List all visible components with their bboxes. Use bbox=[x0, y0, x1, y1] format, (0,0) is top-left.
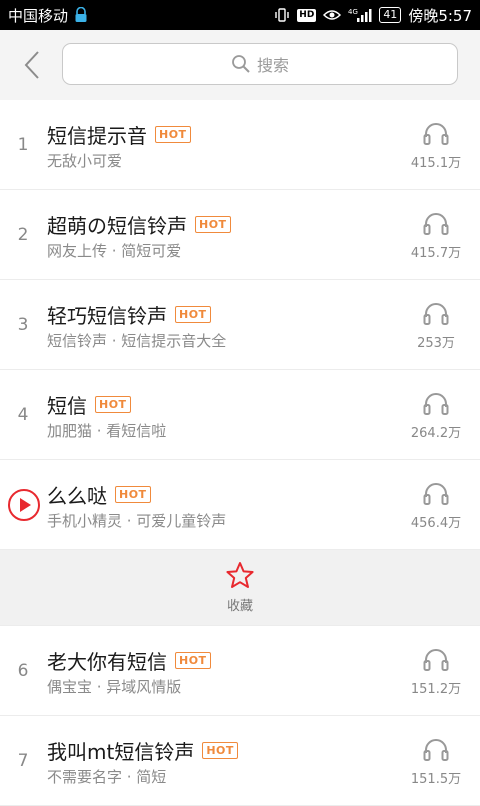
song-subtitle: 无敌小可爱 bbox=[47, 152, 123, 170]
title-line: 短信 HOT bbox=[47, 390, 131, 419]
title-line: 轻巧短信铃声 HOT bbox=[47, 300, 211, 329]
play-icon[interactable] bbox=[7, 488, 41, 522]
play-count: 415.7万 bbox=[406, 212, 466, 261]
vibrate-icon bbox=[274, 7, 290, 23]
ringtone-list: 1 短信提示音 HOT 无敌小可爱 415.1万 2 超萌の短信铃声 HOT 网友上传 · 简短… bbox=[0, 100, 480, 806]
collect-label: 收藏 bbox=[226, 599, 253, 614]
list-item[interactable]: 4 短信 HOT 加肥猫 · 看短信啦 264.2万 bbox=[0, 370, 480, 460]
list-item[interactable]: 1 短信提示音 HOT 无敌小可爱 415.1万 bbox=[0, 100, 480, 190]
rank-number: 7 bbox=[17, 751, 29, 771]
carrier-label: 中国移动 bbox=[8, 6, 69, 25]
hot-badge: HOT bbox=[195, 216, 231, 233]
rank-number: 3 bbox=[17, 315, 29, 335]
play-count: 151.5万 bbox=[406, 738, 466, 787]
play-count: 253万 bbox=[406, 302, 466, 351]
play-count-value: 253万 bbox=[417, 336, 455, 351]
clock: 傍晚5:57 bbox=[408, 6, 472, 25]
song-subtitle: 不需要名字 · 简短 bbox=[47, 768, 167, 786]
play-count: 415.1万 bbox=[406, 122, 466, 171]
title-line: 短信提示音 HOT bbox=[47, 120, 191, 149]
song-title: 短信 bbox=[47, 394, 87, 418]
headphones-icon bbox=[423, 738, 449, 766]
hot-badge: HOT bbox=[175, 306, 211, 323]
rank-number: 6 bbox=[17, 661, 29, 681]
play-count-value: 415.1万 bbox=[410, 156, 462, 171]
song-title: 我叫mt短信铃声 bbox=[47, 740, 195, 764]
list-item[interactable]: 7 我叫mt短信铃声 HOT 不需要名字 · 简短 151.5万 bbox=[0, 716, 480, 806]
header-bar: 搜索 bbox=[0, 30, 480, 100]
search-placeholder: 搜索 bbox=[256, 56, 289, 75]
hot-badge: HOT bbox=[175, 652, 211, 669]
list-item[interactable]: 3 轻巧短信铃声 HOT 短信铃声 · 短信提示音大全 253万 bbox=[0, 280, 480, 370]
headphones-icon bbox=[423, 212, 449, 240]
hot-badge: HOT bbox=[95, 396, 131, 413]
headphones-icon bbox=[423, 302, 449, 330]
rank-number: 1 bbox=[17, 135, 29, 155]
signal-lock-icon bbox=[74, 7, 88, 23]
play-count-value: 151.5万 bbox=[410, 772, 462, 787]
title-line: 老大你有短信 HOT bbox=[47, 646, 211, 675]
song-subtitle: 网友上传 · 简短可爱 bbox=[47, 242, 182, 260]
rank-number: 2 bbox=[17, 225, 29, 245]
song-subtitle: 手机小精灵 · 可爱儿童铃声 bbox=[47, 512, 227, 530]
status-bar: 中国移动 HD 4G 41 傍晚5:57 bbox=[0, 0, 480, 30]
chevron-left-icon bbox=[24, 51, 39, 79]
song-title: 超萌の短信铃声 bbox=[47, 214, 187, 238]
song-subtitle: 加肥猫 · 看短信啦 bbox=[47, 422, 167, 440]
play-count: 264.2万 bbox=[406, 392, 466, 441]
hot-badge: HOT bbox=[202, 742, 238, 759]
eye-icon bbox=[323, 9, 342, 21]
search-icon bbox=[232, 55, 250, 73]
song-title: 轻巧短信铃声 bbox=[47, 304, 167, 328]
star-outline-icon bbox=[225, 561, 255, 593]
search-input[interactable]: 搜索 bbox=[62, 43, 458, 85]
play-count: 456.4万 bbox=[406, 482, 466, 531]
song-subtitle: 短信铃声 · 短信提示音大全 bbox=[47, 332, 227, 350]
play-count-value: 415.7万 bbox=[410, 246, 462, 261]
list-item[interactable]: 2 超萌の短信铃声 HOT 网友上传 · 简短可爱 415.7万 bbox=[0, 190, 480, 280]
song-title: 短信提示音 bbox=[47, 124, 147, 148]
svg-text:4G: 4G bbox=[348, 8, 358, 16]
headphones-icon bbox=[423, 392, 449, 420]
hd-icon: HD bbox=[297, 8, 317, 22]
list-item[interactable]: 么么哒 HOT 手机小精灵 · 可爱儿童铃声 456.4万 bbox=[0, 460, 480, 550]
title-line: 超萌の短信铃声 HOT bbox=[47, 210, 231, 239]
song-title: 么么哒 bbox=[47, 484, 107, 508]
play-count-value: 151.2万 bbox=[410, 682, 462, 697]
song-subtitle: 偶宝宝 · 异域风情版 bbox=[47, 678, 182, 696]
battery-indicator: 41 bbox=[379, 7, 402, 23]
hot-badge: HOT bbox=[155, 126, 191, 143]
headphones-icon bbox=[423, 482, 449, 510]
network-signal-icon: 4G bbox=[348, 7, 372, 23]
play-count: 151.2万 bbox=[406, 648, 466, 697]
title-line: 么么哒 HOT bbox=[47, 480, 151, 509]
song-title: 老大你有短信 bbox=[47, 650, 167, 674]
rank-number: 4 bbox=[17, 405, 29, 425]
headphones-icon bbox=[423, 122, 449, 150]
hot-badge: HOT bbox=[115, 486, 151, 503]
collect-button[interactable]: 收藏 bbox=[0, 550, 480, 626]
play-count-value: 456.4万 bbox=[410, 516, 462, 531]
title-line: 我叫mt短信铃声 HOT bbox=[47, 736, 238, 765]
back-button[interactable] bbox=[14, 47, 50, 83]
play-count-value: 264.2万 bbox=[410, 426, 462, 441]
headphones-icon bbox=[423, 648, 449, 676]
list-item[interactable]: 6 老大你有短信 HOT 偶宝宝 · 异域风情版 151.2万 bbox=[0, 626, 480, 716]
